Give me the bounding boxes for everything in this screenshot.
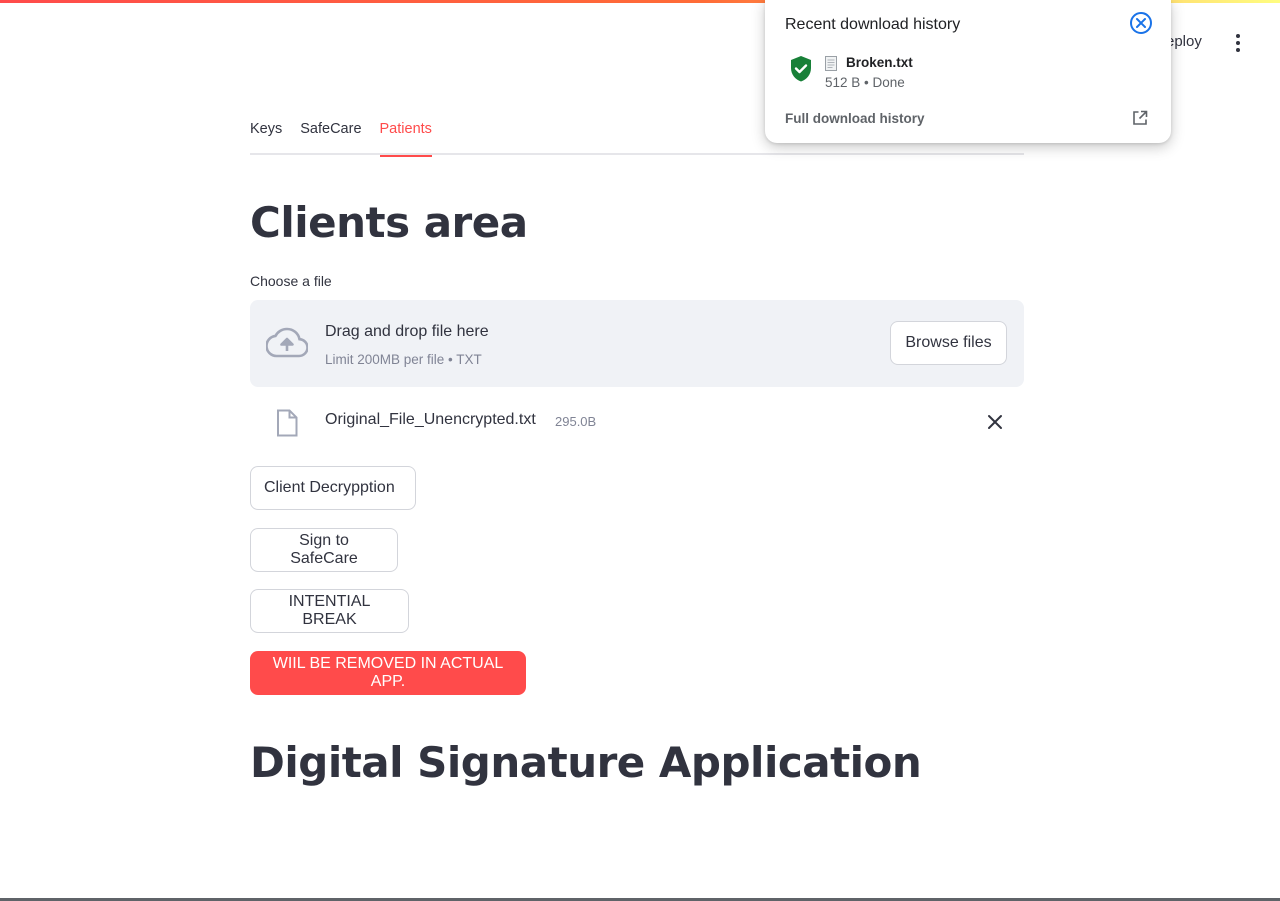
popup-title: Recent download history <box>785 16 961 33</box>
deploy-button-label[interactable]: eploy <box>1166 33 1202 50</box>
dropzone-limit-text: Limit 200MB per file • TXT <box>325 352 482 367</box>
close-circle-icon[interactable] <box>1129 11 1153 35</box>
tab-safecare[interactable]: SafeCare <box>300 112 361 155</box>
browse-files-button[interactable]: Browse files <box>890 321 1007 365</box>
client-decryption-button[interactable]: Client Decrypption <box>250 466 416 510</box>
open-in-new-icon[interactable] <box>1132 110 1148 126</box>
full-download-history-link[interactable]: Full download history <box>785 111 925 126</box>
file-uploader-label: Choose a file <box>250 273 332 289</box>
section-title: Digital Signature Application <box>250 738 922 787</box>
shield-check-icon <box>791 56 811 82</box>
download-item-name[interactable]: Broken.txt <box>846 55 913 70</box>
tab-keys[interactable]: Keys <box>250 112 282 155</box>
page-title: Clients area <box>250 198 528 247</box>
document-icon <box>825 56 837 71</box>
cloud-upload-icon <box>266 327 308 358</box>
tab-patients[interactable]: Patients <box>379 112 433 157</box>
file-dropzone[interactable]: Drag and drop file here Limit 200MB per … <box>250 300 1024 387</box>
uploaded-file-row: Original_File_Unencrypted.txt 295.0B <box>250 400 1024 444</box>
kebab-menu-icon[interactable] <box>1228 32 1248 54</box>
sign-to-safecare-button[interactable]: Sign to SafeCare <box>250 528 398 572</box>
dropzone-title: Drag and drop file here <box>325 323 489 340</box>
uploaded-file-size: 295.0B <box>555 414 597 429</box>
download-item-status: 512 B • Done <box>825 75 905 90</box>
download-history-popup: Recent download history Broken.txt 512 B… <box>765 0 1171 143</box>
file-icon <box>277 409 298 437</box>
intential-break-button[interactable]: INTENTIAL BREAK <box>250 589 409 633</box>
close-icon[interactable] <box>986 413 1004 431</box>
uploaded-file-name: Original_File_Unencrypted.txt <box>325 411 536 428</box>
will-be-removed-button[interactable]: WIIL BE REMOVED IN ACTUAL APP. <box>250 651 526 695</box>
